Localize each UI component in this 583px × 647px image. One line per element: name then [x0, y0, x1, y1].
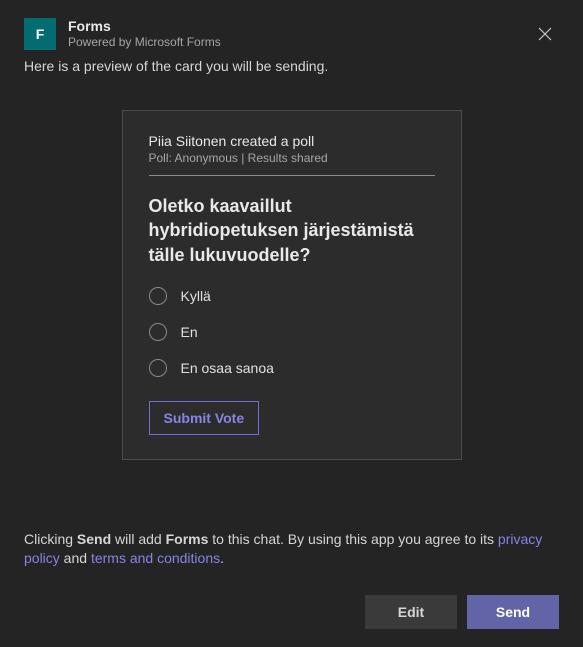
poll-creator-line: Piia Siitonen created a poll	[149, 133, 435, 149]
radio-icon	[149, 323, 167, 341]
dialog-footer: Clicking Send will add Forms to this cha…	[0, 530, 583, 647]
poll-option[interactable]: Kyllä	[149, 287, 435, 305]
poll-meta-line: Poll: Anonymous | Results shared	[149, 151, 435, 165]
consent-fragment: to this chat. By using this app you agre…	[208, 531, 498, 547]
consent-send-bold: Send	[77, 531, 111, 547]
close-icon	[538, 27, 552, 41]
card-divider	[149, 175, 435, 176]
poll-option[interactable]: En	[149, 323, 435, 341]
preview-description: Here is a preview of the card you will b…	[0, 50, 583, 74]
consent-fragment: .	[220, 550, 224, 566]
terms-link[interactable]: terms and conditions	[91, 550, 220, 566]
consent-fragment: will add	[111, 531, 165, 547]
consent-text: Clicking Send will add Forms to this cha…	[24, 530, 559, 569]
poll-option-label: Kyllä	[181, 288, 211, 304]
radio-icon	[149, 359, 167, 377]
submit-vote-button[interactable]: Submit Vote	[149, 401, 260, 435]
close-button[interactable]	[531, 20, 559, 48]
consent-fragment: and	[60, 550, 91, 566]
send-button[interactable]: Send	[467, 595, 559, 629]
forms-app-icon-letter: F	[36, 26, 45, 42]
forms-app-icon: F	[24, 18, 56, 50]
poll-card: Piia Siitonen created a poll Poll: Anony…	[122, 110, 462, 460]
radio-icon	[149, 287, 167, 305]
consent-forms-bold: Forms	[166, 531, 209, 547]
card-preview-area: Piia Siitonen created a poll Poll: Anony…	[0, 110, 583, 460]
poll-option-label: En	[181, 324, 198, 340]
app-title: Forms	[68, 18, 531, 35]
poll-option[interactable]: En osaa sanoa	[149, 359, 435, 377]
app-subtitle: Powered by Microsoft Forms	[68, 35, 531, 49]
consent-fragment: Clicking	[24, 531, 77, 547]
footer-buttons: Edit Send	[24, 595, 559, 629]
header-text: Forms Powered by Microsoft Forms	[68, 18, 531, 49]
poll-option-label: En osaa sanoa	[181, 360, 274, 376]
dialog-header: F Forms Powered by Microsoft Forms	[0, 0, 583, 50]
edit-button[interactable]: Edit	[365, 595, 457, 629]
poll-question: Oletko kaavaillut hybridiopetuksen järje…	[149, 194, 435, 267]
